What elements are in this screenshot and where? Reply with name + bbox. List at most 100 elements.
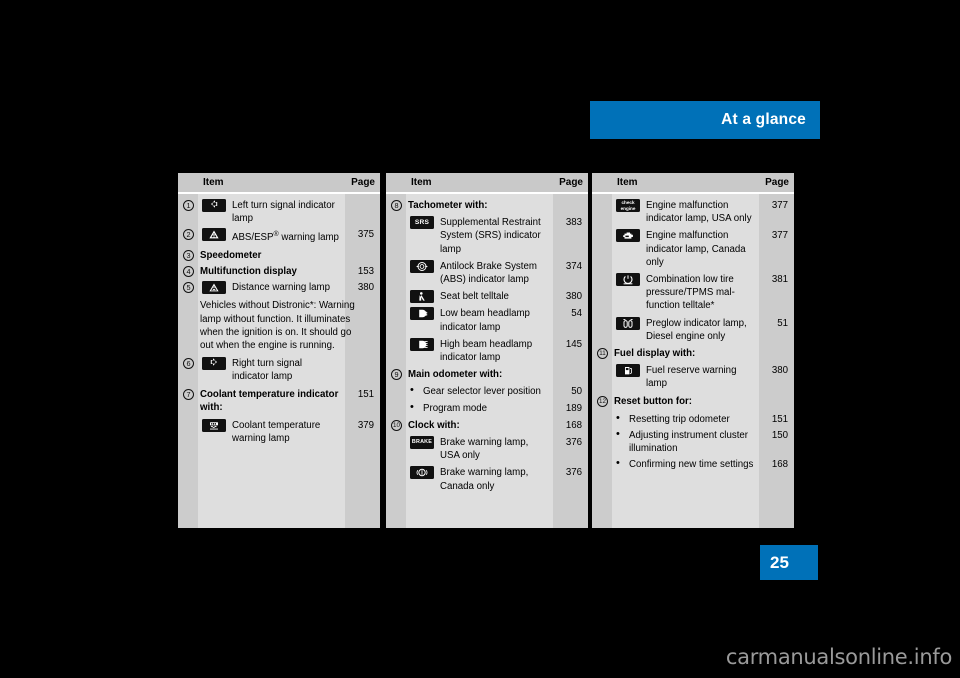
- item-page: 189: [565, 402, 582, 414]
- item-page: 377: [771, 200, 788, 211]
- check-engine-icon: check engine: [616, 199, 640, 212]
- item-text: Program mode: [423, 402, 488, 414]
- brake-warning-usa-icon: BRAKE: [410, 436, 434, 450]
- note-text: Vehicles without Distronic*: Warning lam…: [200, 300, 355, 352]
- table-middle-body: 8 Tachometer with: SRS Supplemental Rest…: [386, 194, 588, 528]
- item-page: 168: [565, 419, 582, 431]
- table-row: 1 Left turn signal indicator lamp: [178, 199, 380, 225]
- item-text: Coolant temperature warning lamp: [232, 420, 321, 445]
- table-row: BRAKE Brake warning lamp, USA only 376: [386, 436, 588, 462]
- table-middle: Item Page 8 Tachometer with: SRS Supplem…: [386, 173, 588, 528]
- turn-signal-left-icon: [202, 199, 226, 212]
- item-text: Preglow indicator lamp, Diesel engine on…: [646, 317, 747, 342]
- item-text: Confirming new time settings: [629, 459, 754, 471]
- table-row: 2 ABS/ESP® warning lamp 375: [178, 228, 380, 244]
- item-number: 12: [597, 395, 608, 407]
- table-row: 4 Multifunction display 153: [178, 265, 380, 278]
- item-page: 376: [565, 467, 582, 479]
- item-page: 374: [565, 260, 582, 272]
- item-page: 380: [357, 282, 374, 294]
- page-number-tab: 25: [760, 545, 818, 580]
- page-number: 25: [770, 552, 789, 572]
- table-row: Engine malfunction indicator lamp, Canad…: [592, 229, 794, 269]
- item-page: 145: [565, 338, 582, 350]
- item-text: Seat belt telltale: [440, 291, 509, 303]
- abs-esp-warning-icon: [202, 228, 226, 242]
- srs-icon-label: SRS: [414, 219, 430, 227]
- table-row: 10 Clock with: 168: [386, 419, 588, 432]
- table-row: SRS Supplemental Restraint System (SRS) …: [386, 216, 588, 256]
- item-number: 10: [391, 419, 402, 431]
- item-number: 1: [183, 200, 194, 211]
- table-row: 7 Coolant temperature indicator with: 15…: [178, 388, 380, 414]
- site-watermark: carmanualsonline.info: [725, 645, 952, 669]
- low-beam-icon: [410, 307, 434, 321]
- item-text-pre: ABS/ESP: [232, 232, 274, 244]
- table-row: • Program mode 189: [386, 400, 588, 415]
- column-header-item: Item: [203, 177, 224, 188]
- item-text: Coolant temperature indicator with:: [200, 388, 339, 413]
- item-number: 5: [183, 282, 194, 294]
- table-row: • Resetting trip odometer 151: [592, 411, 794, 426]
- table-row: • Confirming new time settings 168: [592, 457, 794, 471]
- item-page: 380: [771, 365, 788, 377]
- high-beam-icon: [410, 337, 434, 351]
- bullet-marker: •: [616, 428, 620, 441]
- bullet-marker: •: [410, 400, 414, 413]
- item-text: Antilock Brake System (ABS) indicator la…: [440, 260, 537, 286]
- item-page: 383: [565, 217, 582, 229]
- item-text: ABS/ESP® warning lamp: [232, 228, 340, 244]
- table-row: 6 Right turn signal indicator lamp: [178, 357, 380, 383]
- bullet-marker: •: [410, 384, 414, 397]
- check-engine-icon-label-1: check: [621, 200, 635, 205]
- table-left-body: 1 Left turn signal indicator lamp 2 ABS/…: [178, 194, 380, 528]
- bullet-marker: •: [616, 457, 620, 470]
- column-header-page: Page: [559, 177, 583, 188]
- table-left: Item Page 1 Left turn signal indicator l…: [178, 173, 380, 528]
- item-text: Supplemental Restraint System (SRS) indi…: [440, 217, 541, 255]
- item-text: Gear selector lever position: [423, 386, 541, 398]
- column-header-item: Item: [411, 177, 432, 188]
- table-row: 11 Fuel display with:: [592, 347, 794, 360]
- fuel-reserve-icon: [616, 364, 640, 378]
- item-number: 6: [183, 358, 194, 370]
- item-text: Combination low tire pressure/TPMS mal-f…: [646, 274, 735, 312]
- item-page: 376: [565, 437, 582, 449]
- item-text: Speedometer: [200, 249, 262, 261]
- table-row: Coolant temperature warning lamp 379: [178, 419, 380, 445]
- preglow-icon: [616, 316, 640, 330]
- item-text: Adjusting instrument cluster illuminatio…: [629, 430, 748, 455]
- item-text: Multifunction display: [200, 266, 297, 278]
- turn-signal-right-icon: [202, 357, 226, 371]
- item-text: Distance warning lamp: [232, 282, 330, 294]
- item-text: Engine malfunction indicator lamp, USA o…: [646, 200, 752, 225]
- item-page: 153: [357, 266, 374, 278]
- table-row: Brake warning lamp, Canada only 376: [386, 466, 588, 492]
- item-page: 50: [571, 386, 582, 398]
- item-page: 377: [771, 230, 788, 242]
- bullet-marker: •: [616, 411, 620, 424]
- column-header-page: Page: [765, 177, 789, 188]
- item-page: 51: [777, 317, 788, 329]
- item-page: 375: [357, 229, 374, 241]
- table-row: Low beam headlamp indicator lamp 54: [386, 307, 588, 333]
- table-row: • Adjusting instrument cluster illuminat…: [592, 428, 794, 455]
- item-number: 4: [183, 266, 194, 278]
- abs-icon: [410, 259, 434, 273]
- item-page: 381: [771, 274, 788, 286]
- item-page: 379: [357, 420, 374, 432]
- table-row: 12 Reset button for:: [592, 395, 794, 408]
- column-header-page: Page: [351, 177, 375, 188]
- item-text: Main odometer with:: [408, 369, 503, 381]
- coolant-temperature-icon: [202, 419, 226, 433]
- seat-belt-icon: [410, 290, 434, 304]
- page-title: At a glance: [721, 111, 806, 128]
- item-page: 151: [771, 413, 788, 425]
- tire-pressure-icon: [616, 273, 640, 287]
- table-row: Preglow indicator lamp, Diesel engine on…: [592, 316, 794, 343]
- section-header-banner: At a glance: [590, 101, 820, 139]
- item-text: Reset button for:: [614, 395, 693, 407]
- item-page: 380: [565, 291, 582, 303]
- table-row: • Gear selector lever position 50: [386, 384, 588, 398]
- check-engine-icon-label-2: engine: [620, 205, 636, 211]
